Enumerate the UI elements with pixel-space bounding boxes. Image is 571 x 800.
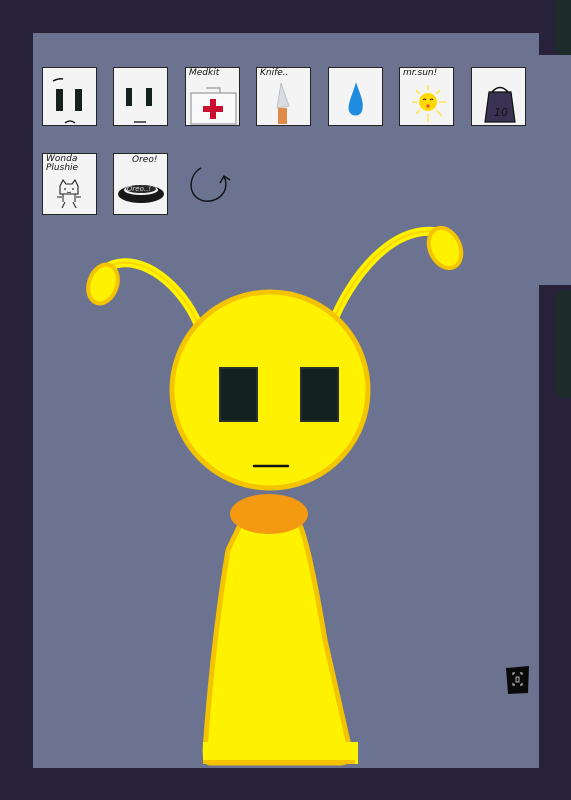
weight-label: 10	[494, 106, 508, 119]
frown-face-icon	[52, 78, 82, 124]
side-panel-top	[556, 0, 571, 55]
slot-knife[interactable]: Knife..	[256, 67, 311, 126]
slot-plushie[interactable]: Wonda Plushie	[42, 153, 97, 215]
collar	[230, 494, 308, 534]
slot-weight[interactable]: 10	[471, 67, 526, 126]
scan-button[interactable]	[505, 665, 530, 695]
sun-icon	[412, 85, 446, 122]
slot-face-frown[interactable]	[42, 67, 97, 126]
medkit-icon	[190, 87, 237, 125]
slot-medkit[interactable]: Medkit	[185, 67, 240, 126]
slot-oreo[interactable]: Oreo! Oreo..!	[113, 153, 168, 215]
oreo-inner-label: Oreo..!	[127, 185, 151, 193]
stage-notch	[538, 55, 571, 285]
slot-sun[interactable]: mr.sun!	[399, 67, 454, 126]
body	[202, 522, 354, 766]
side-panel-middle	[556, 290, 571, 398]
cat-plushie-icon	[57, 178, 81, 209]
knife-icon	[276, 82, 290, 124]
slot-water[interactable]	[328, 67, 383, 126]
oreo-icon: Oreo..!	[118, 185, 164, 203]
neutral-face-icon	[126, 88, 152, 123]
scan-icon	[506, 666, 529, 694]
right-antenna	[327, 226, 443, 329]
right-eye	[300, 367, 339, 422]
reset-button[interactable]	[186, 160, 238, 210]
slot-face-neutral[interactable]	[113, 67, 168, 126]
weight-icon: 10	[484, 86, 516, 123]
yellow-character	[86, 225, 464, 766]
water-drop-icon	[348, 82, 363, 116]
left-eye	[219, 367, 258, 422]
reset-arrow-icon	[190, 167, 231, 202]
